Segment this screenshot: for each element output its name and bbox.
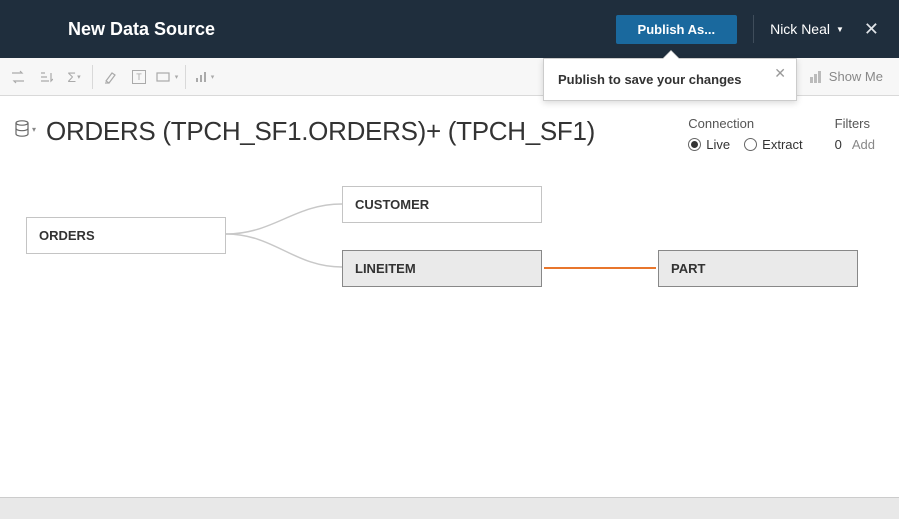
connection-radio-row: Live Extract [688, 137, 802, 152]
tooltip-text: Publish to save your changes [558, 72, 782, 87]
showme-icon [809, 70, 823, 84]
app-header: New Data Source Publish As... Nick Neal … [0, 0, 899, 58]
fit-icon[interactable]: ▾ [153, 63, 181, 91]
toolbar-separator [92, 65, 93, 89]
table-customer[interactable]: CUSTOMER [342, 186, 542, 223]
radio-icon [688, 138, 701, 151]
sigma-icon[interactable]: Σ▾ [60, 63, 88, 91]
show-me-button[interactable]: Show Me [797, 69, 895, 84]
showme-label: Show Me [829, 69, 883, 84]
connection-live-radio[interactable]: Live [688, 137, 730, 152]
join-canvas[interactable]: ORDERS CUSTOMER LINEITEM PART [14, 186, 875, 506]
tooltip-close-icon[interactable]: ✕ [774, 65, 786, 82]
highlight-icon[interactable] [97, 63, 125, 91]
database-icon[interactable]: ▾ [14, 120, 36, 138]
datasource-title[interactable]: ORDERS (TPCH_SF1.ORDERS)+ (TPCH_SF1) [46, 116, 648, 147]
extract-label: Extract [762, 137, 802, 152]
connection-extract-radio[interactable]: Extract [744, 137, 802, 152]
publish-tooltip: Publish to save your changes ✕ [543, 58, 797, 101]
toolbar-separator [185, 65, 186, 89]
connection-label: Connection [688, 116, 802, 131]
filters-group: Filters 0 Add [835, 116, 875, 152]
join-link-lineitem-part[interactable] [544, 267, 656, 269]
caret-down-icon: ▼ [836, 25, 844, 34]
publish-button[interactable]: Publish As... [616, 15, 738, 44]
user-name: Nick Neal [770, 21, 830, 37]
datasource-header: ▾ ORDERS (TPCH_SF1.ORDERS)+ (TPCH_SF1) C… [14, 116, 875, 152]
connection-group: Connection Live Extract [688, 116, 802, 152]
table-orders[interactable]: ORDERS [26, 217, 226, 254]
text-icon[interactable]: T [125, 63, 153, 91]
page-title: New Data Source [68, 19, 616, 40]
chart-icon[interactable]: ▾ [190, 63, 218, 91]
table-part[interactable]: PART [658, 250, 858, 287]
user-menu[interactable]: Nick Neal ▼ [770, 21, 844, 37]
swap-icon[interactable] [4, 63, 32, 91]
table-lineitem[interactable]: LINEITEM [342, 250, 542, 287]
radio-icon [744, 138, 757, 151]
filters-label: Filters [835, 116, 875, 131]
main-content: ▾ ORDERS (TPCH_SF1.ORDERS)+ (TPCH_SF1) C… [0, 96, 899, 506]
filters-count: 0 [835, 137, 842, 152]
footer-bar [0, 497, 899, 519]
header-divider [753, 15, 754, 43]
tooltip-arrow [662, 50, 680, 59]
live-label: Live [706, 137, 730, 152]
close-icon[interactable]: ✕ [864, 19, 879, 40]
filters-row: 0 Add [835, 137, 875, 152]
sort-asc-icon[interactable] [32, 63, 60, 91]
filters-add-button[interactable]: Add [852, 137, 875, 152]
